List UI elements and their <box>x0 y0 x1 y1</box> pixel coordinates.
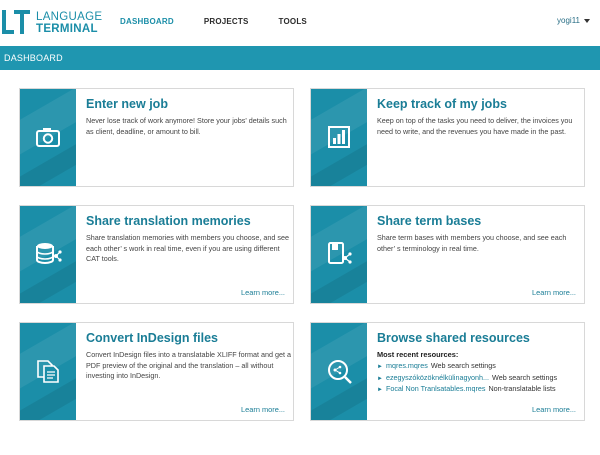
card-title[interactable]: Keep track of my jobs <box>377 97 582 111</box>
card-art <box>20 206 76 303</box>
card-art <box>311 323 367 420</box>
card-share-translation-memories[interactable]: Share translation memories Share transla… <box>19 205 294 304</box>
bullet-icon: ► <box>377 364 383 370</box>
nav-projects[interactable]: PROJECTS <box>204 17 249 26</box>
card-title[interactable]: Browse shared resources <box>377 331 582 345</box>
bullet-icon: ► <box>377 387 383 393</box>
card-share-term-bases[interactable]: Share term bases Share term bases with m… <box>310 205 585 304</box>
card-title[interactable]: Share term bases <box>377 214 582 228</box>
card-description: Convert InDesign files into a translatab… <box>86 350 291 380</box>
learn-more-link[interactable]: Learn more... <box>241 405 285 414</box>
card-title[interactable]: Share translation memories <box>86 214 291 228</box>
list-item: ► mqres.mqres Web search settings <box>377 361 582 373</box>
documents-icon <box>37 360 59 383</box>
logo-text: LANGUAGE TERMINAL <box>36 11 102 35</box>
card-keep-track-of-jobs[interactable]: Keep track of my jobs Keep on top of the… <box>310 88 585 187</box>
resource-type: Web search settings <box>492 372 558 382</box>
card-title[interactable]: Convert InDesign files <box>86 331 291 345</box>
logo-line1: LANGUAGE <box>36 11 103 23</box>
logo-mark-icon <box>2 8 32 38</box>
bullet-icon: ► <box>377 375 383 382</box>
resource-link[interactable]: Focal Non Tranlsatables.mqres <box>386 384 485 393</box>
resource-link[interactable]: ezegyszóközöknélkülinagyonh... <box>386 373 489 382</box>
database-share-icon <box>36 243 62 264</box>
termbase-share-icon <box>328 242 352 264</box>
resource-type: Non-translatable lists <box>488 384 556 393</box>
user-menu[interactable]: yogi11 <box>557 16 590 25</box>
learn-more-link[interactable]: Learn more... <box>241 288 285 297</box>
list-item: ► ezegyszóközöknélkülinagyonh... Web searc… <box>377 373 582 385</box>
search-share-icon <box>328 360 352 384</box>
logo-line2: TERMINAL <box>36 23 98 35</box>
nav-dashboard[interactable]: DASHBOARD <box>120 17 174 26</box>
top-navigation-bar: LANGUAGE TERMINAL DASHBOARD PROJECTS TOO… <box>0 0 600 46</box>
resource-link[interactable]: mqres.mqres <box>386 361 428 370</box>
learn-more-link[interactable]: Learn more... <box>532 288 576 297</box>
camera-icon <box>36 128 60 147</box>
card-convert-indesign-files[interactable]: Convert InDesign files Convert InDesign … <box>19 322 294 421</box>
list-item: ► Focal Non Tranlsatables.mqres Non-transl… <box>377 384 582 396</box>
nav-tools[interactable]: TOOLS <box>279 17 307 26</box>
learn-more-link[interactable]: Learn more... <box>532 405 576 414</box>
chevron-down-icon <box>584 18 590 23</box>
card-art <box>20 323 76 420</box>
card-art <box>311 89 367 186</box>
language-terminal-logo[interactable]: LANGUAGE TERMINAL <box>2 8 102 38</box>
username: yogi11 <box>557 16 580 25</box>
card-title[interactable]: Enter new job <box>86 97 291 111</box>
card-description: Share translation memories with members … <box>86 233 289 263</box>
card-art <box>311 206 367 303</box>
resource-type: Web search settings <box>430 361 496 370</box>
card-description: Never lose track of work anymore! Store … <box>86 116 287 136</box>
page-title: DASHBOARD <box>4 53 63 63</box>
page-title-bar: DASHBOARD <box>0 46 600 70</box>
main-nav: DASHBOARD PROJECTS TOOLS <box>120 17 337 26</box>
chart-icon <box>328 126 350 148</box>
card-art <box>20 89 76 186</box>
card-browse-shared-resources[interactable]: Browse shared resources Most recent reso… <box>310 322 585 421</box>
card-enter-new-job[interactable]: Enter new job Never lose track of work a… <box>19 88 294 187</box>
card-description: Share term bases with members you choose… <box>377 233 567 253</box>
recent-resources-heading: Most recent resources: <box>377 350 459 359</box>
card-description: Keep on top of the tasks you need to del… <box>377 116 573 136</box>
